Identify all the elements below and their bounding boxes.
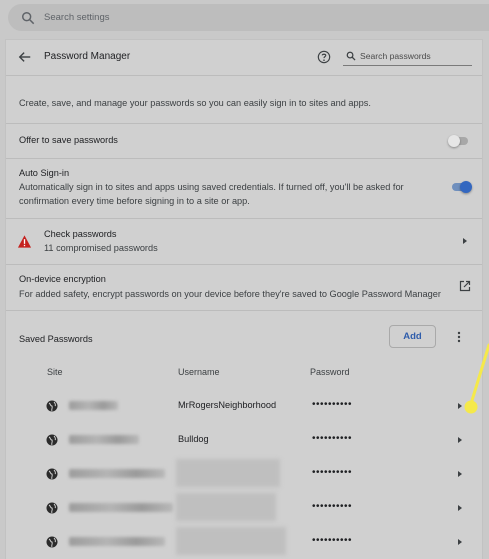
- column-header-username: Username: [178, 367, 220, 377]
- search-icon: [22, 11, 35, 24]
- encryption-label: On-device encryption: [19, 274, 106, 284]
- password-row[interactable]: ••••••••••: [6, 457, 482, 491]
- chevron-right-icon[interactable]: [456, 504, 464, 512]
- divider: [6, 264, 482, 265]
- auto-signin-label: Auto Sign-in: [19, 168, 70, 178]
- password-manager-header: Password Manager Search passwords: [6, 40, 482, 76]
- settings-search-box[interactable]: Search settings: [8, 4, 489, 31]
- auto-signin-description-line2: confirmation every time before signing i…: [19, 196, 250, 206]
- column-header-password: Password: [310, 367, 350, 377]
- column-header-site: Site: [47, 367, 63, 377]
- divider: [6, 158, 482, 159]
- check-passwords-label: Check passwords: [44, 229, 117, 239]
- offer-to-save-toggle[interactable]: [448, 135, 470, 147]
- password-row[interactable]: MrRogersNeighborhood ••••••••••: [6, 389, 482, 423]
- search-icon: [346, 51, 356, 61]
- encryption-description: For added safety, encrypt passwords on y…: [19, 289, 441, 299]
- globe-icon: [46, 536, 58, 548]
- settings-search-placeholder: Search settings: [44, 12, 110, 23]
- username-redacted: [176, 493, 276, 521]
- chevron-right-icon[interactable]: [456, 538, 464, 546]
- globe-icon: [46, 502, 58, 514]
- password-row[interactable]: Bulldog ••••••••••: [6, 423, 482, 457]
- more-vert-icon[interactable]: [457, 331, 461, 343]
- page-title: Password Manager: [44, 51, 131, 62]
- site-name-redacted: [69, 537, 165, 546]
- auto-signin-toggle[interactable]: [450, 181, 472, 193]
- password-search-placeholder: Search passwords: [360, 51, 431, 61]
- password-row[interactable]: ••••••••••: [6, 491, 482, 525]
- chevron-right-icon[interactable]: [456, 402, 464, 410]
- intro-text: Create, save, and manage your passwords …: [19, 98, 371, 108]
- toggle-knob: [460, 181, 472, 193]
- auto-signin-description-line1: Automatically sign in to sites and apps …: [19, 182, 404, 192]
- globe-icon: [46, 468, 58, 480]
- divider: [6, 123, 482, 124]
- password-masked: ••••••••••: [312, 399, 353, 410]
- divider: [6, 310, 482, 311]
- password-row[interactable]: ••••••••••: [6, 525, 482, 559]
- site-name-redacted: [69, 469, 165, 478]
- password-masked: ••••••••••: [312, 501, 353, 512]
- password-masked: ••••••••••: [312, 467, 353, 478]
- chevron-right-icon: [463, 238, 467, 244]
- chevron-right-icon[interactable]: [456, 470, 464, 478]
- username-redacted: [176, 527, 286, 555]
- site-name-redacted: [69, 435, 139, 444]
- username: MrRogersNeighborhood: [178, 400, 277, 410]
- offer-to-save-label: Offer to save passwords: [19, 135, 118, 145]
- saved-passwords-title: Saved Passwords: [19, 334, 93, 344]
- password-search-input[interactable]: Search passwords: [343, 48, 472, 66]
- back-arrow-icon[interactable]: [18, 50, 32, 64]
- compromised-count: 11 compromised passwords: [44, 243, 158, 253]
- username-redacted: [176, 459, 280, 487]
- toggle-knob: [448, 135, 460, 147]
- warning-triangle-icon: [17, 235, 32, 248]
- globe-icon: [46, 400, 58, 412]
- top-bar: Search settings: [0, 0, 489, 38]
- check-passwords-row[interactable]: Check passwords 11 compromised passwords: [6, 219, 482, 263]
- add-password-button[interactable]: Add: [389, 325, 436, 348]
- help-icon[interactable]: [317, 50, 331, 64]
- chevron-right-icon[interactable]: [456, 436, 464, 444]
- password-manager-panel: Password Manager Search passwords Create…: [6, 40, 482, 559]
- site-name-redacted: [69, 401, 118, 410]
- password-masked: ••••••••••: [312, 535, 353, 546]
- globe-icon: [46, 434, 58, 446]
- username: Bulldog: [178, 434, 209, 444]
- password-masked: ••••••••••: [312, 433, 353, 444]
- site-name-redacted: [69, 503, 173, 512]
- open-external-icon[interactable]: [459, 280, 471, 292]
